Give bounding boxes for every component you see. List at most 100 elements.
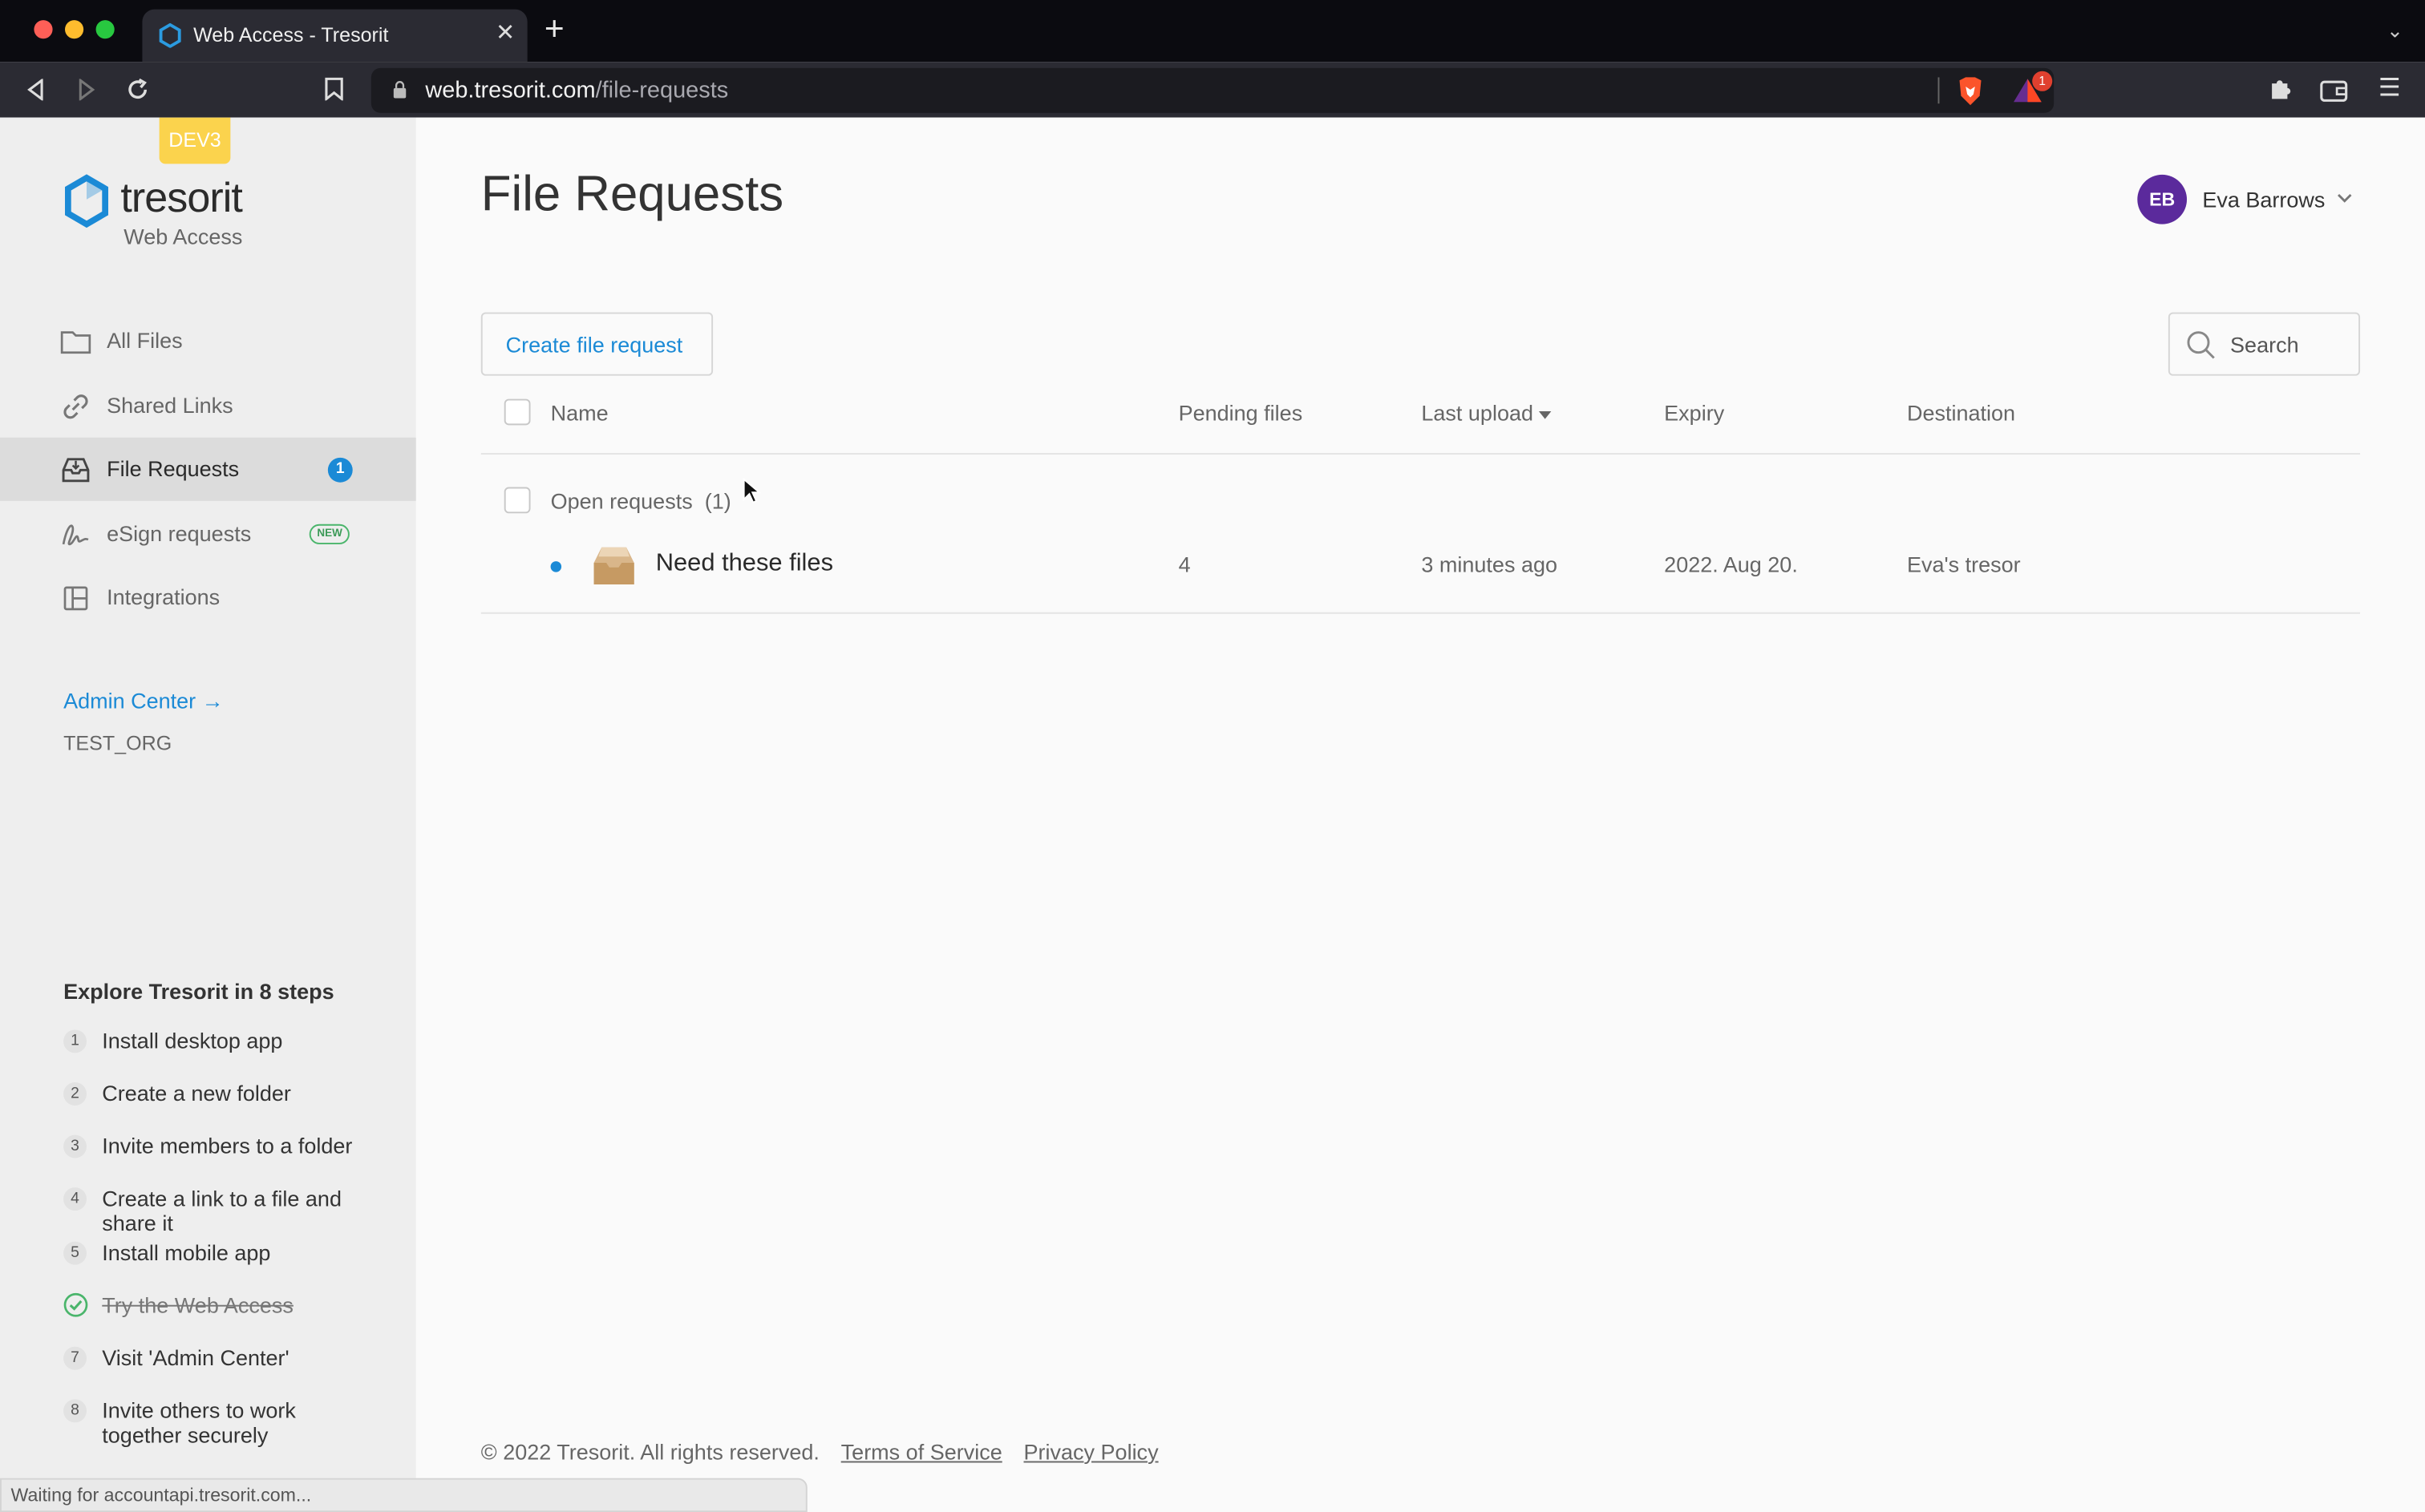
- search-placeholder: Search: [2230, 332, 2299, 358]
- table-row-divider: [480, 612, 2361, 614]
- close-window-button[interactable]: [34, 20, 53, 39]
- wallet-icon[interactable]: [2317, 73, 2350, 107]
- table-header-divider: [480, 453, 2361, 455]
- rewards-badge: 1: [2032, 71, 2053, 91]
- status-text: Waiting for accountapi.tresorit.com...: [10, 1484, 312, 1506]
- browser-toolbar: web.tresorit.com/file-requests 1 ☰: [0, 62, 2425, 118]
- file-requests-count-badge: 1: [327, 457, 353, 483]
- sidebar-item-integrations[interactable]: Integrations: [0, 566, 416, 629]
- sidebar-item-shared-links[interactable]: Shared Links: [0, 374, 416, 438]
- step-label: Invite members to a folder: [102, 1133, 353, 1158]
- sidebar-item-esign-requests[interactable]: eSign requests NEW: [0, 503, 416, 566]
- check-circle-icon: [63, 1292, 88, 1317]
- column-header-last-upload[interactable]: Last upload: [1421, 401, 1553, 425]
- privacy-policy-link[interactable]: Privacy Policy: [1024, 1440, 1159, 1465]
- step-label: Create a new folder: [102, 1081, 291, 1106]
- sidebar: DEV3 tresorit Web Access All Files Share…: [0, 117, 416, 1512]
- copyright-text: © 2022 Tresorit. All rights reserved.: [480, 1439, 820, 1465]
- last-upload-cell: 3 minutes ago: [1421, 552, 1558, 577]
- expiry-cell: 2022. Aug 20.: [1664, 552, 1798, 577]
- user-name: Eva Barrows: [2202, 187, 2326, 212]
- column-header-pending-files[interactable]: Pending files: [1179, 401, 1303, 426]
- address-bar[interactable]: web.tresorit.com/file-requests 1: [370, 67, 2055, 113]
- unread-dot: [550, 561, 562, 572]
- main-content: File Requests EB Eva Barrows Create file…: [415, 117, 2425, 1512]
- url-text: web.tresorit.com/file-requests: [425, 77, 729, 104]
- column-header-name[interactable]: Name: [551, 401, 609, 426]
- mouse-cursor-icon: [743, 477, 761, 504]
- tab-close-icon[interactable]: ✕: [496, 18, 515, 46]
- extensions-icon[interactable]: [2263, 73, 2297, 107]
- step-number: 1: [63, 1029, 87, 1053]
- browser-tab[interactable]: Web Access - Tresorit ✕: [142, 9, 528, 63]
- new-tab-button[interactable]: +: [545, 11, 565, 46]
- step-label: Try the Web Access: [102, 1292, 294, 1318]
- footer: © 2022 Tresorit. All rights reserved. Te…: [481, 1440, 1159, 1465]
- maximize-window-button[interactable]: [95, 20, 115, 39]
- step-label: Install mobile app: [102, 1239, 271, 1265]
- step-number: 4: [63, 1187, 87, 1211]
- brave-shields-icon[interactable]: [1957, 76, 1985, 107]
- logo-text: tresorit: [120, 174, 242, 221]
- inbox-icon: [62, 458, 90, 483]
- admin-center-link[interactable]: Admin Center →: [63, 688, 224, 713]
- step-number: 7: [63, 1346, 87, 1370]
- terms-of-service-link[interactable]: Terms of Service: [841, 1440, 1002, 1465]
- step-number: 5: [63, 1241, 87, 1265]
- reload-icon[interactable]: [120, 73, 154, 107]
- signature-icon: [62, 524, 89, 546]
- search-icon: [2187, 331, 2215, 359]
- page-title: File Requests: [480, 165, 784, 221]
- sort-desc-icon: [1539, 410, 1553, 419]
- folder-icon: [60, 331, 91, 354]
- step-label: Install desktop app: [102, 1028, 283, 1053]
- explore-title: Explore Tresorit in 8 steps: [63, 978, 334, 1004]
- create-file-request-label: Create file request: [505, 332, 683, 358]
- bookmark-icon[interactable]: [317, 73, 350, 107]
- browser-tabbar: Web Access - Tresorit ✕ + ⌄: [0, 0, 2425, 63]
- minimize-window-button[interactable]: [65, 20, 84, 39]
- env-badge: DEV3: [159, 117, 231, 164]
- sidebar-item-label: Shared Links: [107, 392, 233, 418]
- group-checkbox[interactable]: [504, 487, 531, 514]
- column-header-destination[interactable]: Destination: [1907, 401, 2015, 426]
- step-number: 8: [63, 1399, 87, 1423]
- pending-files-cell: 4: [1178, 552, 1191, 577]
- sidebar-item-label: File Requests: [107, 455, 240, 481]
- search-input[interactable]: Search: [2168, 312, 2361, 376]
- integrations-icon: [63, 586, 88, 611]
- forward-icon[interactable]: [70, 73, 103, 107]
- step-label: Invite others to work together securely: [102, 1397, 296, 1448]
- group-label[interactable]: Open requests (1): [551, 488, 731, 513]
- sidebar-item-label: eSign requests: [107, 520, 252, 546]
- logo-subtitle: Web Access: [123, 224, 243, 249]
- sidebar-item-all-files[interactable]: All Files: [0, 309, 416, 373]
- inbox-tray-icon: [593, 547, 634, 585]
- new-badge: NEW: [309, 524, 350, 544]
- select-all-checkbox[interactable]: [504, 398, 531, 426]
- user-menu[interactable]: EB Eva Barrows: [2137, 174, 2369, 228]
- url-separator: [1937, 77, 1940, 104]
- sidebar-item-label: Integrations: [107, 584, 221, 609]
- tab-list-chevron-icon[interactable]: ⌄: [2387, 18, 2403, 43]
- chevron-down-icon: [2338, 193, 2352, 203]
- app-root: Web Access - Tresorit ✕ + ⌄ web.tresorit…: [0, 0, 2425, 1512]
- create-file-request-button[interactable]: Create file request: [480, 312, 714, 376]
- org-name: TEST_ORG: [63, 731, 172, 755]
- lock-icon: [393, 81, 407, 99]
- step-label: Create a link to a file and share it: [102, 1186, 342, 1235]
- avatar: EB: [2137, 174, 2188, 224]
- column-header-expiry[interactable]: Expiry: [1664, 401, 1724, 426]
- tab-title: Web Access - Tresorit: [193, 22, 389, 46]
- tresorit-logo-icon: [65, 174, 109, 228]
- sidebar-item-label: All Files: [107, 327, 183, 353]
- request-name[interactable]: Need these files: [656, 551, 833, 579]
- browser-status-bar: Waiting for accountapi.tresorit.com...: [0, 1478, 808, 1512]
- back-icon[interactable]: [18, 73, 52, 107]
- menu-icon[interactable]: ☰: [2372, 73, 2406, 107]
- step-number: 2: [63, 1082, 87, 1106]
- tresorit-favicon-icon: [159, 22, 181, 48]
- link-icon: [63, 394, 88, 419]
- destination-cell[interactable]: Eva's tresor: [1907, 552, 2021, 577]
- sidebar-item-file-requests[interactable]: File Requests 1: [0, 437, 416, 501]
